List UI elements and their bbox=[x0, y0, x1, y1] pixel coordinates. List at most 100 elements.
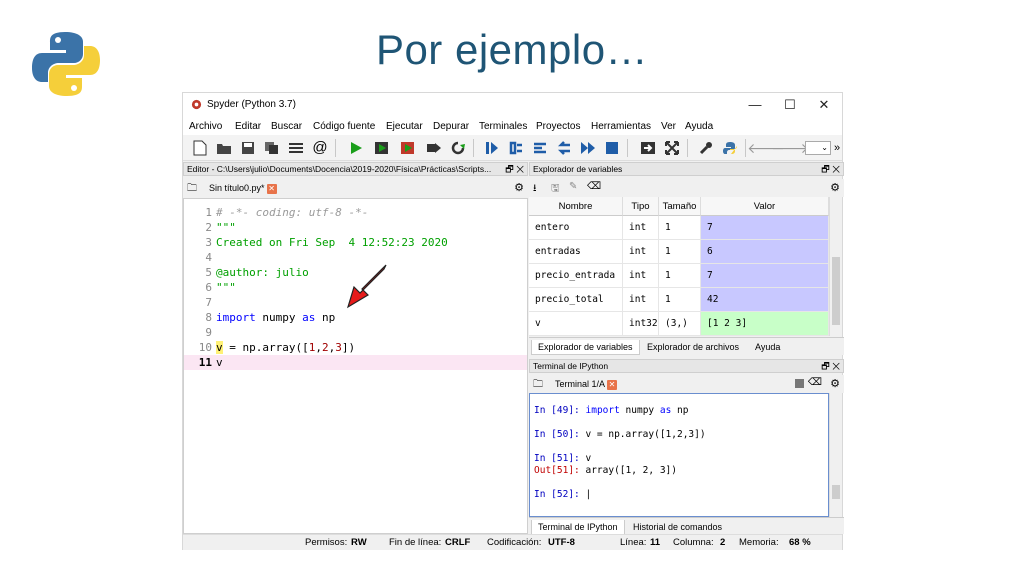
maximize-button[interactable]: ☐ bbox=[773, 95, 807, 115]
status-mem-label: Memoria: bbox=[739, 537, 779, 548]
line-number: 1 bbox=[205, 206, 212, 219]
line-number: 6 bbox=[205, 281, 212, 294]
code-editor[interactable]: 1 # -*- coding: utf-8 -*- 2 """ 3 Created o… bbox=[183, 198, 528, 534]
menu-ejecutar[interactable]: Ejecutar bbox=[386, 121, 423, 132]
fullscreen-icon[interactable] bbox=[663, 139, 681, 157]
variable-value-cell[interactable]: [1 2 3] bbox=[701, 312, 829, 336]
keyword: as bbox=[302, 311, 316, 324]
code-text: np bbox=[315, 311, 336, 324]
in-prompt: In [52]: bbox=[534, 489, 580, 500]
pane-controls[interactable]: 🗗 ✕ bbox=[821, 360, 840, 372]
menu-buscar[interactable]: Buscar bbox=[271, 121, 302, 132]
step-icon[interactable] bbox=[507, 139, 525, 157]
save-data-icon[interactable]: 🖫 bbox=[551, 181, 560, 198]
tab-terminal-ipython[interactable]: Terminal de IPython bbox=[531, 520, 625, 535]
continue-icon[interactable] bbox=[579, 139, 597, 157]
line-number: 10 bbox=[198, 341, 212, 354]
col-header-nombre[interactable]: Nombre bbox=[529, 197, 623, 216]
tab-historial-comandos[interactable]: Historial de comandos bbox=[627, 520, 728, 535]
step-return-icon[interactable] bbox=[555, 139, 573, 157]
more-chevron-icon[interactable]: » bbox=[831, 139, 843, 157]
gear-icon[interactable]: ⚙ bbox=[830, 181, 840, 194]
out-prompt: Out[51]: bbox=[534, 465, 580, 476]
browse-tabs-icon[interactable]: 🗀 bbox=[533, 377, 543, 394]
code-line-current: 11 v bbox=[184, 355, 527, 370]
status-permisos-label: Permisos: bbox=[305, 537, 348, 548]
new-file-icon[interactable] bbox=[191, 139, 209, 157]
run-selection-icon[interactable] bbox=[425, 139, 443, 157]
slide-title: Por ejemplo… bbox=[375, 26, 649, 73]
at-sign-icon[interactable]: @ bbox=[311, 139, 329, 157]
eraser-icon[interactable]: ⌫ bbox=[587, 181, 601, 192]
run-icon[interactable] bbox=[347, 139, 365, 157]
step-into-icon[interactable] bbox=[531, 139, 549, 157]
console-text: numpy bbox=[619, 405, 660, 416]
outline-list-icon[interactable] bbox=[287, 139, 305, 157]
terminal-scrollbar[interactable] bbox=[829, 393, 842, 517]
variable-value-cell[interactable]: 7 bbox=[701, 264, 829, 288]
scrollbar-thumb[interactable] bbox=[832, 485, 840, 499]
variable-value-cell[interactable]: 6 bbox=[701, 240, 829, 264]
code-text: numpy bbox=[255, 311, 303, 324]
col-header-valor[interactable]: Valor bbox=[701, 197, 829, 216]
menu-ayuda[interactable]: Ayuda bbox=[685, 121, 713, 132]
gear-icon[interactable]: ⚙ bbox=[514, 181, 524, 194]
menu-codigo-fuente[interactable]: Código fuente bbox=[313, 121, 375, 132]
variable-name-cell: precio_entrada bbox=[529, 264, 623, 288]
stop-debug-icon[interactable] bbox=[603, 139, 621, 157]
menu-terminales[interactable]: Terminales bbox=[479, 121, 527, 132]
code-line: 10 v = np.array([1,2,3]) bbox=[184, 340, 527, 355]
variable-value-cell[interactable]: 7 bbox=[701, 216, 829, 240]
save-all-icon[interactable] bbox=[263, 139, 281, 157]
ipython-console[interactable]: In [49]: import numpy as np In [50]: v =… bbox=[529, 393, 829, 517]
tab-terminal-1a[interactable]: Terminal 1/A ✕ bbox=[551, 377, 622, 393]
minimize-button[interactable]: — bbox=[738, 95, 772, 115]
keyword: import bbox=[585, 405, 620, 416]
gear-icon[interactable]: ⚙ bbox=[830, 377, 840, 390]
close-tab-icon[interactable]: ✕ bbox=[266, 183, 277, 194]
tab-sin-titulo[interactable]: Sin título0.py* ✕ bbox=[205, 181, 281, 197]
save-icon[interactable] bbox=[239, 139, 257, 157]
browse-tabs-icon[interactable]: 🗀 bbox=[187, 181, 197, 198]
pane-controls[interactable]: 🗗 ✕ bbox=[821, 163, 840, 175]
menu-archivo[interactable]: Archivo bbox=[189, 121, 222, 132]
editor-path: Editor - C:\Users\julio\Documents\Docenc… bbox=[187, 164, 492, 174]
line-number: 8 bbox=[205, 311, 212, 324]
code-line: 9 bbox=[184, 325, 527, 340]
working-dir-dropdown[interactable]: ⌄ bbox=[805, 141, 831, 155]
open-folder-icon[interactable] bbox=[215, 139, 233, 157]
debug-icon[interactable] bbox=[483, 139, 501, 157]
col-header-tamano[interactable]: Tamaño bbox=[659, 197, 701, 216]
variables-scrollbar[interactable] bbox=[829, 197, 842, 336]
stop-kernel-icon[interactable] bbox=[795, 379, 804, 388]
close-tab-icon[interactable]: ✕ bbox=[607, 379, 618, 390]
close-button[interactable]: ✕ bbox=[807, 95, 841, 115]
python-path-icon[interactable] bbox=[721, 139, 739, 157]
import-data-icon[interactable]: ⭳ bbox=[533, 181, 537, 198]
tab-explorador-variables[interactable]: Explorador de variables bbox=[531, 340, 640, 355]
code-text: # -*- coding: utf-8 -*- bbox=[216, 206, 369, 219]
run-cell-advance-icon[interactable] bbox=[399, 139, 417, 157]
wrench-icon[interactable] bbox=[697, 139, 715, 157]
line-number: 4 bbox=[205, 251, 212, 264]
maximize-pane-icon[interactable] bbox=[639, 139, 657, 157]
pane-controls[interactable]: 🗗 ✕ bbox=[505, 163, 524, 175]
save-as-icon[interactable]: ✎ bbox=[569, 181, 577, 192]
tab-ayuda[interactable]: Ayuda bbox=[749, 340, 786, 355]
tab-explorador-archivos[interactable]: Explorador de archivos bbox=[641, 340, 745, 355]
forward-arrow-icon[interactable]: 🡒 bbox=[771, 139, 809, 157]
variable-name-cell: v bbox=[529, 312, 623, 336]
rerun-icon[interactable] bbox=[449, 139, 467, 157]
menu-ver[interactable]: Ver bbox=[661, 121, 676, 132]
menu-editar[interactable]: Editar bbox=[235, 121, 261, 132]
scrollbar-thumb[interactable] bbox=[832, 257, 840, 325]
run-cell-icon[interactable] bbox=[373, 139, 391, 157]
eraser-icon[interactable]: ⌫ bbox=[808, 377, 822, 388]
variable-type-cell: int bbox=[623, 288, 659, 312]
menu-proyectos[interactable]: Proyectos bbox=[536, 121, 580, 132]
variable-type-cell: int bbox=[623, 264, 659, 288]
col-header-tipo[interactable]: Tipo bbox=[623, 197, 659, 216]
menu-depurar[interactable]: Depurar bbox=[433, 121, 469, 132]
variable-value-cell[interactable]: 42 bbox=[701, 288, 829, 312]
menu-herramientas[interactable]: Herramientas bbox=[591, 121, 651, 132]
